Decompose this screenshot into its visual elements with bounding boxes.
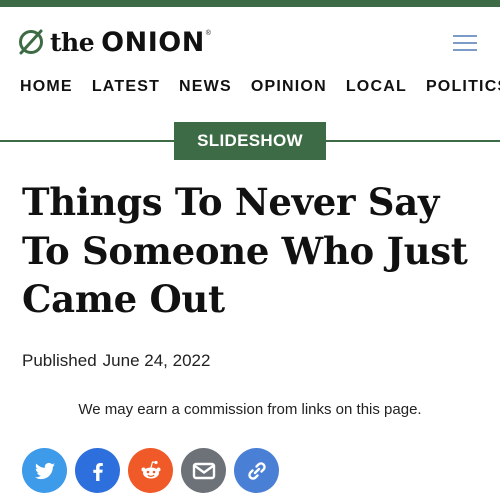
share-twitter-button[interactable]: [22, 448, 67, 493]
twitter-icon: [34, 462, 55, 479]
published-label: Published: [22, 351, 97, 370]
logo-word-the: the: [50, 27, 95, 57]
nav-item-politics[interactable]: POLITICS: [426, 76, 500, 98]
nav-item-latest[interactable]: LATEST: [92, 76, 160, 98]
share-reddit-button[interactable]: [128, 448, 173, 493]
logo-registered-mark: ®: [205, 30, 211, 37]
site-logo[interactable]: the ONION ®: [18, 26, 211, 58]
hamburger-menu-icon[interactable]: [453, 31, 477, 55]
envelope-icon: [192, 462, 215, 479]
share-facebook-button[interactable]: [75, 448, 120, 493]
facebook-icon: [92, 462, 103, 481]
section-rule-right: [326, 140, 500, 142]
section-badge[interactable]: SLIDESHOW: [174, 122, 326, 160]
share-bar: [22, 448, 279, 493]
top-brand-rule: [0, 0, 500, 7]
logo-word-onion: ONION: [101, 26, 205, 58]
nav-item-opinion[interactable]: OPINION: [251, 76, 327, 98]
onion-leaf-icon: [19, 29, 43, 55]
share-email-button[interactable]: [181, 448, 226, 493]
article-headline: Things To Never Say To Someone Who Just …: [22, 180, 468, 321]
published-line: Published June 24, 2022: [22, 351, 210, 371]
link-icon: [247, 461, 266, 480]
share-copy-link-button[interactable]: [234, 448, 279, 493]
main-nav: HOME LATEST NEWS OPINION LOCAL POLITICS …: [20, 76, 500, 98]
commission-note: We may earn a commission from links on t…: [78, 401, 422, 418]
nav-item-news[interactable]: NEWS: [179, 76, 232, 98]
published-date: June 24, 2022: [102, 351, 211, 370]
nav-item-local[interactable]: LOCAL: [346, 76, 407, 98]
nav-item-home[interactable]: HOME: [20, 76, 73, 98]
section-rule-left: [0, 140, 174, 142]
reddit-icon: [141, 460, 160, 478]
